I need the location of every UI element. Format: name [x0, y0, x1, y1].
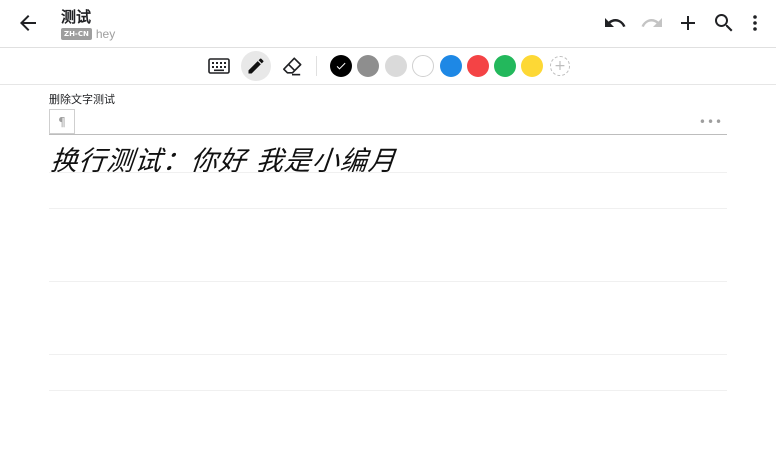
ruled-line	[49, 354, 727, 355]
paragraph-style-button[interactable]: ¶	[49, 109, 75, 134]
color-swatch-light-gray[interactable]	[385, 55, 407, 77]
color-swatch-black[interactable]	[330, 55, 352, 77]
ruled-line	[49, 172, 727, 173]
eraser-icon[interactable]	[277, 51, 307, 81]
toolbar-divider	[0, 84, 776, 85]
arrow-left-icon[interactable]	[16, 11, 40, 35]
color-swatch-red[interactable]	[467, 55, 489, 77]
pilcrow-icon: ¶	[58, 114, 66, 129]
toolbar-separator	[316, 56, 317, 76]
plus-icon[interactable]	[676, 11, 700, 35]
color-swatch-blue[interactable]	[440, 55, 462, 77]
pen-icon[interactable]	[241, 51, 271, 81]
more-vertical-icon[interactable]	[743, 11, 767, 35]
color-swatch-yellow[interactable]	[521, 55, 543, 77]
color-swatch-white[interactable]	[412, 55, 434, 77]
color-swatch-gray[interactable]	[357, 55, 379, 77]
language-badge: ZH-CN	[61, 27, 92, 40]
ruled-line	[49, 281, 727, 282]
handwriting-stroke[interactable]: 换行测试：你好 我是小编月	[49, 135, 398, 177]
ruled-line	[49, 208, 727, 209]
color-swatch-green[interactable]	[494, 55, 516, 77]
app-bar: 测试 ZH-CN hey	[0, 0, 776, 47]
pen-toolbar: +	[0, 48, 776, 84]
page-title: 测试	[61, 8, 92, 26]
redo-icon[interactable]	[640, 11, 664, 35]
search-icon[interactable]	[712, 11, 736, 35]
section-label: 删除文字测试	[49, 93, 115, 106]
plus-circle-icon[interactable]: +	[550, 56, 570, 76]
check-icon	[336, 62, 346, 70]
more-horizontal-icon[interactable]: •••	[699, 112, 722, 132]
keyboard-icon[interactable]	[204, 51, 234, 81]
ruled-line	[49, 390, 727, 391]
undo-icon[interactable]	[603, 11, 627, 35]
subtitle: hey	[95, 26, 116, 41]
subtitle-row: ZH-CN hey	[61, 26, 116, 41]
